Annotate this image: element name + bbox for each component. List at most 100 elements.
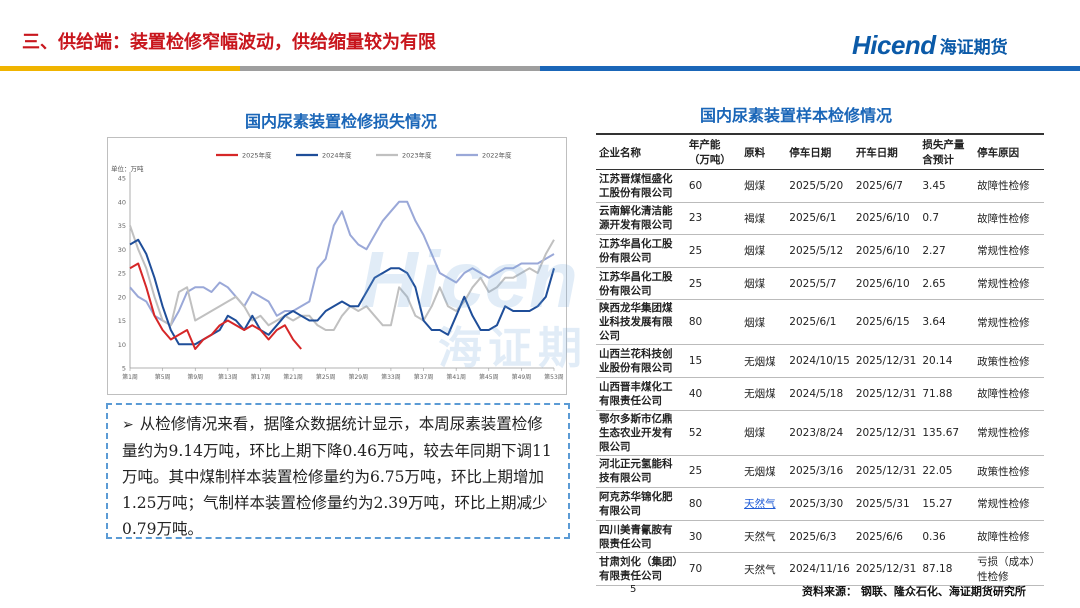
cell-company: 陕西龙华集团煤业科技发展有限公司 (596, 299, 686, 346)
legend-label: 2023年度 (402, 151, 432, 160)
cell-company: 鄂尔多斯市亿鼎生态农业开发有限公司 (596, 410, 686, 456)
table-row: 山西兰花科技创业股份有限公司 15 无烟煤 2024/10/15 2025/12/31 2… (596, 344, 1044, 378)
x-tick-label: 第29周 (348, 373, 368, 381)
x-tick-label: 第5周 (155, 373, 171, 381)
cell-capacity: 23 (685, 202, 742, 236)
cell-reason: 政策性检修 (974, 455, 1044, 489)
table-row: 四川美青氰胺有限责任公司 30 天然气 2025/6/3 2025/6/6 0.36 故障性… (596, 520, 1044, 554)
header-stop-date: 停车日期 (786, 133, 853, 170)
table-title: 国内尿素装置样本检修情况 (700, 106, 893, 125)
series-line (129, 200, 555, 327)
x-tick-label: 第53周 (544, 373, 564, 381)
cell-company: 阿克苏华锦化肥有限公司 (596, 487, 686, 521)
feedstock-link[interactable]: 天然气 (741, 487, 787, 521)
cell-stop-date: 2025/6/1 (786, 202, 853, 236)
header-bar-blue (540, 66, 1080, 71)
cell-reason: 故障性检修 (974, 377, 1044, 411)
table-row: 云南解化清洁能源开发有限公司 23 褐煤 2025/6/1 2025/6/10 0.7 故障… (596, 202, 1044, 236)
header-feedstock: 原料 (741, 133, 787, 170)
cell-feedstock: 无烟煤 (741, 377, 787, 411)
cell-stop-date: 2024/5/18 (786, 377, 853, 411)
cell-company: 江苏晋煤恒盛化工股份有限公司 (596, 169, 686, 203)
table-row: 江苏华昌化工股份有限公司 25 烟煤 2025/5/7 2025/6/10 2.65 常规性… (596, 267, 1044, 301)
header-reason: 停车原因 (974, 133, 1044, 170)
x-tick-label: 第1周 (122, 373, 138, 381)
cell-loss: 15.27 (919, 487, 975, 521)
table-row: 甘肃刘化（集团）有限责任公司 70 天然气 2024/11/16 2025/12/31 8… (596, 552, 1044, 587)
x-tick-label: 第45周 (479, 373, 499, 381)
maintenance-loss-chart: 单位：万吨 5 10 15 20 25 30 35 40 45 第1周 第5周 第9周 第13周 第17周 第… (107, 137, 567, 395)
cell-loss: 0.7 (919, 202, 975, 236)
cell-feedstock: 天然气 (741, 552, 787, 587)
cell-feedstock: 无烟煤 (741, 344, 787, 378)
y-tick-label: 25 (118, 270, 126, 278)
y-tick-label: 5 (122, 365, 126, 373)
maintenance-table-wrap: 企业名称 年产能（万吨） 原料 停车日期 开车日期 损失产量含预计 停车原因 江… (596, 133, 1044, 587)
cell-stop-date: 2025/6/1 (786, 299, 853, 346)
legend-label: 2024年度 (322, 151, 352, 160)
cell-start-date: 2025/12/31 (852, 455, 920, 489)
unit-label: 单位：万吨 (111, 164, 144, 173)
y-tick-label: 20 (118, 293, 126, 301)
cell-start-date: 2025/12/31 (852, 344, 920, 378)
cell-reason: 故障性检修 (974, 520, 1044, 554)
cell-start-date: 2025/12/31 (852, 410, 920, 456)
y-tick-label: 40 (118, 198, 126, 206)
cell-reason: 常规性检修 (974, 299, 1044, 346)
x-tick-label: 第41周 (446, 373, 466, 381)
cell-stop-date: 2024/10/15 (786, 344, 853, 378)
cell-feedstock: 烟煤 (741, 169, 787, 203)
page-number: 5 (630, 584, 637, 595)
x-tick-label: 第33周 (381, 373, 401, 381)
table-row: 江苏华昌化工股份有限公司 25 烟煤 2025/5/12 2025/6/10 2.27 常规… (596, 234, 1044, 268)
cell-feedstock: 褐煤 (741, 202, 787, 236)
summary-text: 从检修情况来看，据隆众数据统计显示，本周尿素装置检修量约为9.14万吨，环比上期… (122, 415, 552, 538)
cell-feedstock: 烟煤 (741, 267, 787, 301)
cell-company: 云南解化清洁能源开发有限公司 (596, 202, 686, 236)
cell-capacity: 80 (685, 487, 742, 521)
cell-company: 甘肃刘化（集团）有限责任公司 (596, 552, 686, 587)
header-capacity: 年产能（万吨） (685, 133, 742, 170)
cell-loss: 2.27 (919, 234, 975, 268)
chart-svg: 单位：万吨 5 10 15 20 25 30 35 40 45 第1周 第5周 第9周 第13周 第17周 第… (111, 151, 564, 382)
cell-start-date: 2025/6/10 (852, 267, 920, 301)
table-row: 山西晋丰煤化工有限责任公司 40 无烟煤 2024/5/18 2025/12/31 71.… (596, 377, 1044, 411)
cell-company: 河北正元氢能科技有限公司 (596, 455, 686, 489)
table-row: 鄂尔多斯市亿鼎生态农业开发有限公司 52 烟煤 2023/8/24 2025/12/31… (596, 410, 1044, 456)
company-logo: Hicend 海证期货 (852, 28, 1008, 62)
cell-reason: 政策性检修 (974, 344, 1044, 378)
cell-start-date: 2025/6/7 (852, 169, 920, 203)
y-tick-label: 15 (118, 317, 126, 325)
cell-loss: 71.88 (919, 377, 975, 411)
cell-feedstock: 烟煤 (741, 234, 787, 268)
cell-loss: 135.67 (919, 410, 975, 456)
source-note: 资料来源： 钢联、隆众石化、海证期货研究所 (802, 585, 1026, 598)
cell-capacity: 15 (685, 344, 742, 378)
series-line (129, 262, 302, 350)
x-tick-label: 第9周 (187, 373, 203, 381)
table-row: 陕西龙华集团煤业科技发展有限公司 80 烟煤 2025/6/1 2025/6/15 3.6… (596, 299, 1044, 346)
table-row: 阿克苏华锦化肥有限公司 80 天然气 2025/3/30 2025/5/31 15.27 常… (596, 487, 1044, 521)
cell-start-date: 2025/12/31 (852, 552, 920, 587)
cell-reason: 常规性检修 (974, 487, 1044, 521)
cell-loss: 3.45 (919, 169, 975, 203)
cell-feedstock: 无烟煤 (741, 455, 787, 489)
table-row: 河北正元氢能科技有限公司 25 无烟煤 2025/3/16 2025/12/31 22.0… (596, 455, 1044, 489)
summary-box: ➢ 从检修情况来看，据隆众数据统计显示，本周尿素装置检修量约为9.14万吨，环比上… (106, 403, 570, 539)
cell-company: 四川美青氰胺有限责任公司 (596, 520, 686, 554)
cell-capacity: 40 (685, 377, 742, 411)
cell-loss: 2.65 (919, 267, 975, 301)
header-color-bar (0, 66, 1080, 71)
cell-feedstock: 天然气 (741, 520, 787, 554)
x-tick-label: 第25周 (316, 373, 336, 381)
cell-start-date: 2025/6/15 (852, 299, 920, 346)
cell-company: 山西晋丰煤化工有限责任公司 (596, 377, 686, 411)
cell-loss: 3.64 (919, 299, 975, 346)
header-company: 企业名称 (596, 133, 686, 170)
cell-capacity: 25 (685, 455, 742, 489)
cell-reason: 常规性检修 (974, 234, 1044, 268)
header-loss: 损失产量含预计 (919, 133, 975, 170)
cell-reason: 故障性检修 (974, 202, 1044, 236)
maintenance-table: 企业名称 年产能（万吨） 原料 停车日期 开车日期 损失产量含预计 停车原因 江… (596, 133, 1044, 587)
cell-feedstock: 烟煤 (741, 410, 787, 456)
